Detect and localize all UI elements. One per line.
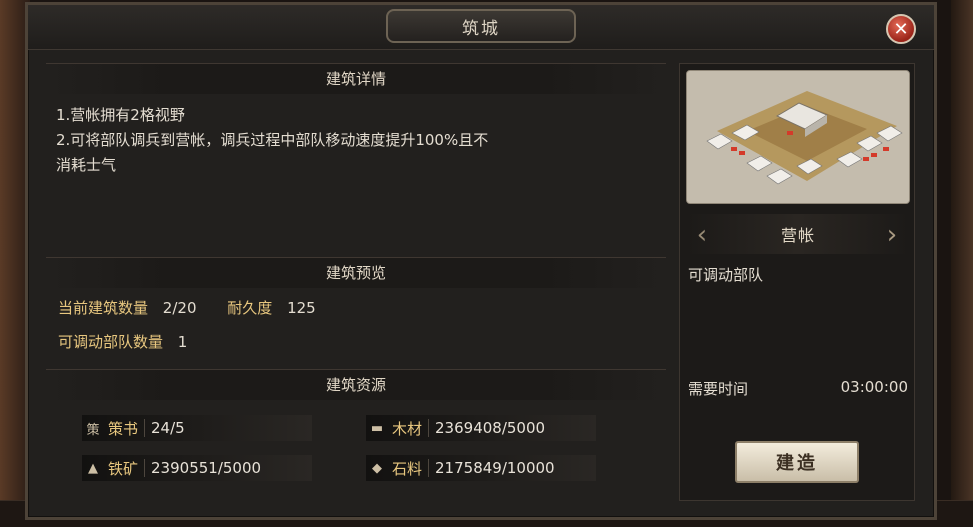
camp-illustration <box>687 71 909 203</box>
building-count-label: 当前建筑数量 <box>58 299 149 317</box>
close-icon[interactable]: ✕ <box>886 14 916 44</box>
build-time-value: 03:00:00 <box>840 378 908 396</box>
iron-icon: ▲ <box>88 460 98 476</box>
resource-value: 2175849/10000 <box>435 459 555 477</box>
build-dialog: 筑城 ✕ 建筑详情 1.营帐拥有2格视野 2.可将部队调兵到营帐，调兵过程中部队… <box>25 2 937 520</box>
dialog-title: 筑城 <box>386 9 576 43</box>
left-panel: 建筑详情 1.营帐拥有2格视野 2.可将部队调兵到营帐，调兵过程中部队移动速度提… <box>46 63 666 503</box>
building-count-row: 当前建筑数量 2/20 耐久度 125 <box>58 297 326 318</box>
strategy-book-icon: 策 <box>86 422 100 438</box>
troops-count-label: 可调动部队数量 <box>58 333 164 351</box>
build-button[interactable]: 建造 <box>735 441 859 483</box>
resource-iron: ▲ 铁矿 2390551/5000 <box>82 455 312 481</box>
right-panel: ‹ 营帐 › 可调动部队 需要时间 03:00:00 建造 <box>679 63 915 501</box>
building-description: 可调动部队 <box>688 266 764 284</box>
chevron-right-icon[interactable]: › <box>882 222 902 248</box>
resource-wood: ▬ 木材 2369408/5000 <box>366 415 596 441</box>
wood-icon: ▬ <box>370 420 384 436</box>
troops-count-row: 可调动部队数量 1 <box>58 331 197 352</box>
troops-count-value: 1 <box>177 333 188 351</box>
building-count-value: 2/20 <box>162 299 197 317</box>
details-description: 1.营帐拥有2格视野 2.可将部队调兵到营帐，调兵过程中部队移动速度提升100%… <box>56 103 666 178</box>
background-right <box>951 0 973 527</box>
resource-value: 2390551/5000 <box>151 459 262 477</box>
building-preview-image <box>686 70 910 204</box>
details-line-1: 1.营帐拥有2格视野 <box>56 106 185 124</box>
details-line-2: 2.可将部队调兵到营帐，调兵过程中部队移动速度提升100%且不 <box>56 131 489 149</box>
resource-label: 策书 <box>108 419 139 438</box>
resource-strategy-book: 策 策书 24/5 <box>82 415 312 441</box>
resources-header: 建筑资源 <box>46 369 666 400</box>
build-time-label: 需要时间 <box>688 380 749 398</box>
build-time-row: 需要时间 03:00:00 <box>688 378 908 399</box>
preview-header: 建筑预览 <box>46 257 666 288</box>
resource-label: 石料 <box>392 459 423 478</box>
resource-value: 24/5 <box>151 419 185 437</box>
details-line-3: 消耗士气 <box>56 156 117 174</box>
stone-icon: ◆ <box>372 460 382 476</box>
resource-label: 木材 <box>392 419 423 438</box>
title-bar: 筑城 ✕ <box>28 5 934 50</box>
resource-value: 2369408/5000 <box>435 419 546 437</box>
building-name: 营帐 <box>686 214 910 254</box>
resource-stone: ◆ 石料 2175849/10000 <box>366 455 596 481</box>
durability-value: 125 <box>287 299 316 317</box>
durability-label: 耐久度 <box>227 299 273 317</box>
details-header: 建筑详情 <box>46 63 666 94</box>
resource-label: 铁矿 <box>108 459 139 478</box>
